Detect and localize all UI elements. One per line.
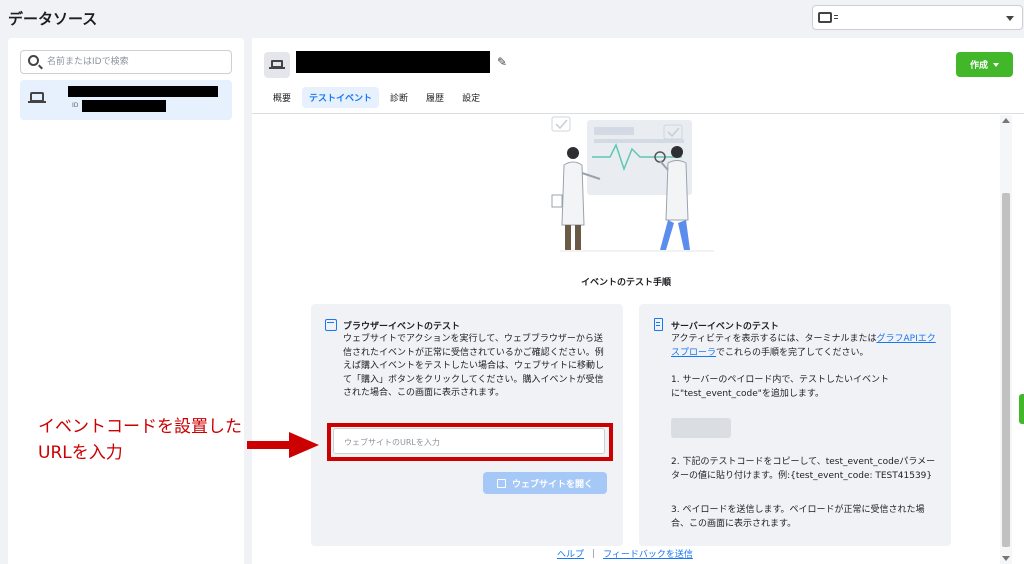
source-avatar bbox=[264, 52, 290, 78]
annotation-line-2: URLを入力 bbox=[38, 443, 123, 463]
search-input[interactable] bbox=[47, 54, 227, 70]
footer-links: ヘルプ | フィードバックを送信 bbox=[557, 547, 693, 561]
chevron-down-icon bbox=[1006, 16, 1014, 21]
tab-diagnostics[interactable]: 診断 bbox=[383, 87, 415, 108]
sidebar: ID bbox=[8, 38, 244, 564]
create-button-label: 作成 bbox=[969, 61, 988, 71]
send-feedback-link[interactable]: フィードバックを送信 bbox=[603, 547, 693, 560]
external-link-icon bbox=[496, 478, 506, 488]
annotation-line-1: イベントコードを設置した bbox=[38, 417, 242, 437]
content-scrollbar[interactable] bbox=[1000, 115, 1012, 564]
laptop-icon bbox=[28, 92, 46, 103]
test-illustration bbox=[551, 116, 714, 252]
server-step-3: 3. ペイロードを送信します。ペイロードが正常に受信された場合、この画面に表示さ… bbox=[671, 505, 925, 529]
server-icon bbox=[654, 318, 663, 331]
browser-icon bbox=[325, 319, 337, 331]
server-step-1: 1. サーバーのペイロード内で、テストしたいイベントに"test_event_c… bbox=[671, 375, 889, 399]
pencil-icon[interactable]: ✎ bbox=[497, 56, 509, 68]
source-id-label: ID bbox=[72, 102, 79, 109]
open-website-label: ウェブサイトを開く bbox=[511, 479, 593, 490]
server-body-text: アクティビティを表示するには、ターミナルまたは bbox=[671, 334, 877, 344]
tab-test-events[interactable]: テストイベント bbox=[302, 86, 380, 108]
tab-settings[interactable]: 設定 bbox=[455, 87, 487, 108]
search-box[interactable] bbox=[20, 50, 232, 74]
data-source-item[interactable]: ID bbox=[20, 80, 232, 120]
annotation-text: イベントコードを設置した URLを入力 bbox=[38, 414, 242, 466]
test-events-content: イベントのテスト手順 ブラウザーイベントのテスト ウェブサイトでアクションを実行… bbox=[252, 115, 1024, 564]
scroll-up-icon[interactable] bbox=[1002, 118, 1010, 123]
page-title: データソース bbox=[8, 10, 98, 28]
browser-card-title: ブラウザーイベントのテスト bbox=[343, 322, 461, 332]
scroll-thumb[interactable] bbox=[1002, 193, 1010, 547]
create-button[interactable]: 作成 bbox=[956, 52, 1013, 77]
tab-history[interactable]: 履歴 bbox=[419, 87, 451, 108]
server-card-title: サーバーイベントのテスト bbox=[671, 322, 779, 332]
annotation-arrow-icon bbox=[247, 432, 319, 458]
browser-card-body: ウェブサイトでアクションを実行して、ウェブブラウザーから送信されたイベントが正常… bbox=[343, 334, 605, 398]
redacted-source-title bbox=[296, 51, 490, 73]
side-feedback-tab[interactable] bbox=[1019, 394, 1024, 424]
dataset-icon bbox=[818, 12, 838, 23]
steps-title: イベントのテスト手順 bbox=[580, 278, 671, 288]
server-body-text-end: でこれらの手順を完了してください。 bbox=[716, 347, 869, 358]
tab-bar: 概要 テストイベント 診断 履歴 設定 bbox=[266, 86, 491, 108]
server-card-body: アクティビティを表示するには、ターミナルまたはグラフAPIエクスプローラでこれら… bbox=[671, 333, 943, 360]
dataset-select[interactable] bbox=[812, 5, 1023, 30]
search-icon bbox=[28, 55, 39, 66]
help-link[interactable]: ヘルプ bbox=[557, 547, 584, 560]
server-step-2: 2. 下記のテストコードをコピーして、test_event_codeパラメーター… bbox=[671, 457, 936, 481]
open-website-button[interactable]: ウェブサイトを開く bbox=[483, 472, 607, 494]
redacted-source-id bbox=[82, 100, 166, 112]
tab-overview[interactable]: 概要 bbox=[266, 87, 298, 108]
footer-separator: | bbox=[592, 548, 596, 559]
browser-event-card: ブラウザーイベントのテスト ウェブサイトでアクションを実行して、ウェブブラウザー… bbox=[311, 304, 623, 546]
test-code-box[interactable] bbox=[671, 418, 731, 438]
redacted-source-name bbox=[68, 86, 218, 97]
laptop-icon bbox=[269, 60, 285, 69]
scroll-down-icon[interactable] bbox=[1002, 556, 1010, 561]
server-event-card: サーバーイベントのテスト アクティビティを表示するには、ターミナルまたはグラフA… bbox=[639, 304, 951, 546]
annotation-highlight-box bbox=[327, 423, 613, 461]
main-header: ✎ 作成 概要 テストイベント 診断 履歴 設定 bbox=[252, 38, 1024, 114]
chevron-down-icon bbox=[993, 62, 999, 67]
main-panel: ✎ 作成 概要 テストイベント 診断 履歴 設定 イベントのテスト手順 ブラウザ… bbox=[252, 38, 1024, 564]
